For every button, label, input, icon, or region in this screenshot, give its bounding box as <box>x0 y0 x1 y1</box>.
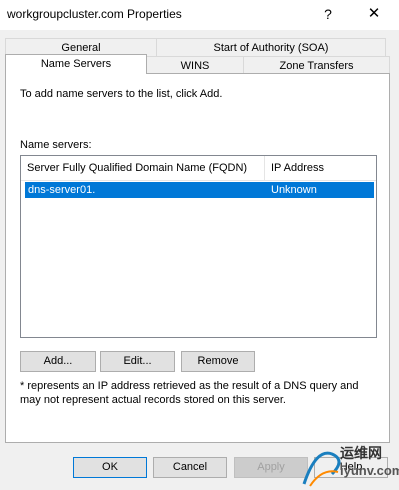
title-bar: workgroupcluster.com Properties ? ✕ <box>0 0 399 30</box>
help-icon[interactable]: ? <box>316 3 340 25</box>
apply-button[interactable]: Apply <box>234 457 308 478</box>
close-icon[interactable]: ✕ <box>360 3 388 25</box>
list-item[interactable]: dns-server01. Unknown <box>25 182 374 198</box>
footnote-line-2: may not represent actual records stored … <box>20 394 286 406</box>
remove-button[interactable]: Remove <box>181 351 255 372</box>
column-header-fqdn[interactable]: Server Fully Qualified Domain Name (FQDN… <box>21 156 265 180</box>
list-header: Server Fully Qualified Domain Name (FQDN… <box>21 156 376 181</box>
watermark-line-1: 运维网 <box>340 445 382 461</box>
watermark: 运维网 iyunv.com <box>302 440 399 487</box>
tab-zone-transfers[interactable]: Zone Transfers <box>243 56 390 74</box>
window-title: workgroupcluster.com Properties <box>7 7 182 21</box>
name-servers-label: Name servers: <box>20 139 92 151</box>
watermark-line-2: iyunv.com <box>340 463 399 478</box>
ok-button[interactable]: OK <box>73 457 147 478</box>
tab-soa[interactable]: Start of Authority (SOA) <box>156 38 386 56</box>
tab-name-servers[interactable]: Name Servers <box>5 54 147 74</box>
server-ip: Unknown <box>271 184 317 196</box>
edit-button[interactable]: Edit... <box>100 351 175 372</box>
tab-wins[interactable]: WINS <box>146 56 244 74</box>
instruction-text: To add name servers to the list, click A… <box>20 88 223 100</box>
footnote-line-1: * represents an IP address retrieved as … <box>20 380 359 392</box>
name-servers-list[interactable]: Server Fully Qualified Domain Name (FQDN… <box>20 155 377 338</box>
server-fqdn: dns-server01. <box>28 184 96 196</box>
cancel-button[interactable]: Cancel <box>153 457 227 478</box>
column-header-ip[interactable]: IP Address <box>265 156 376 180</box>
add-button[interactable]: Add... <box>20 351 96 372</box>
